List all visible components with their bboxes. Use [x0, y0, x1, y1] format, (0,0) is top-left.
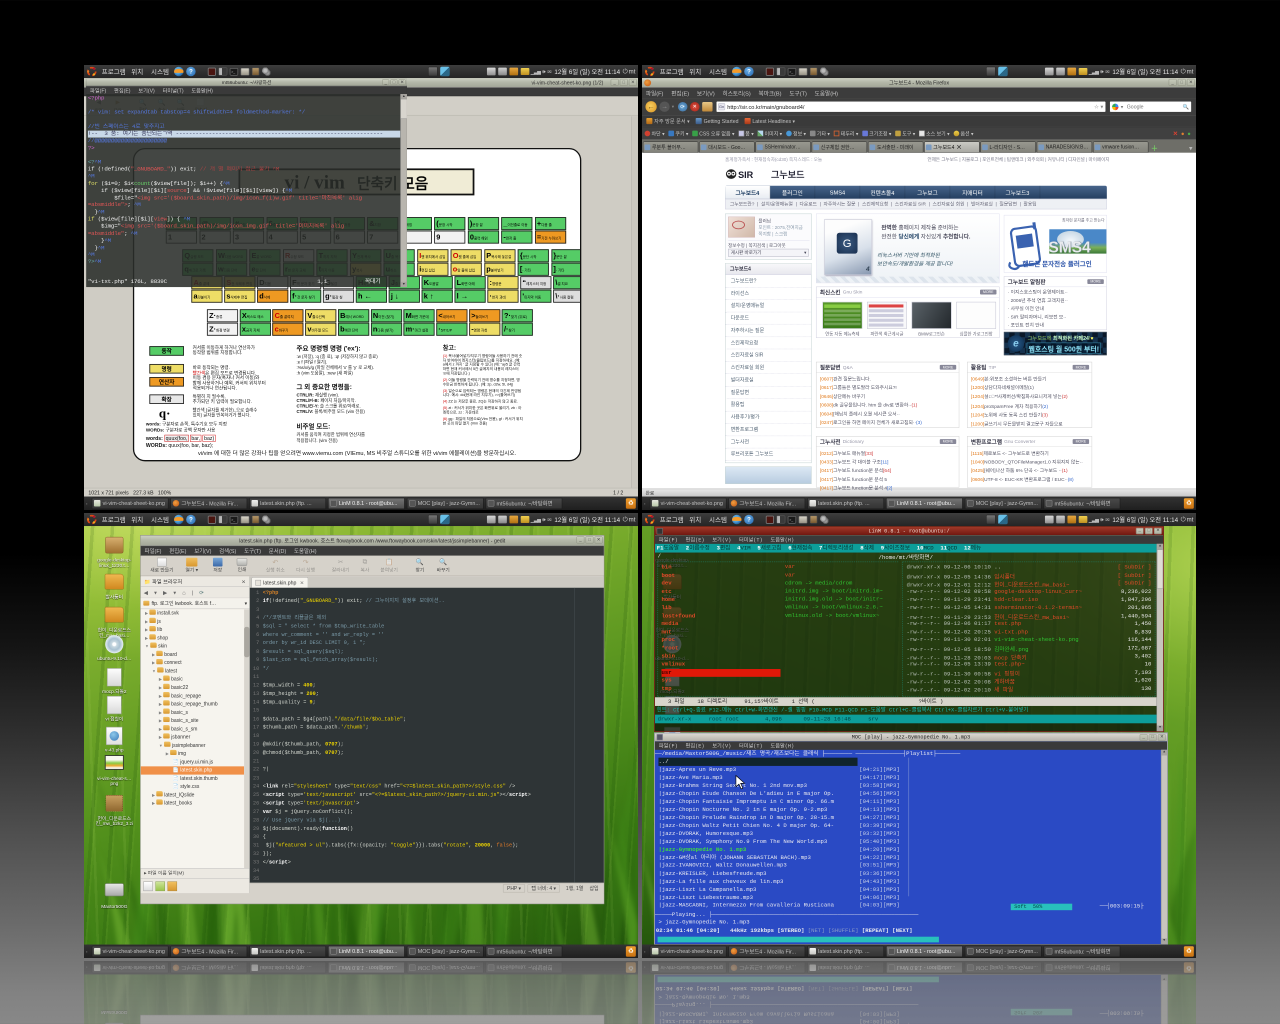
svg-text:SIR: SIR [738, 170, 754, 180]
